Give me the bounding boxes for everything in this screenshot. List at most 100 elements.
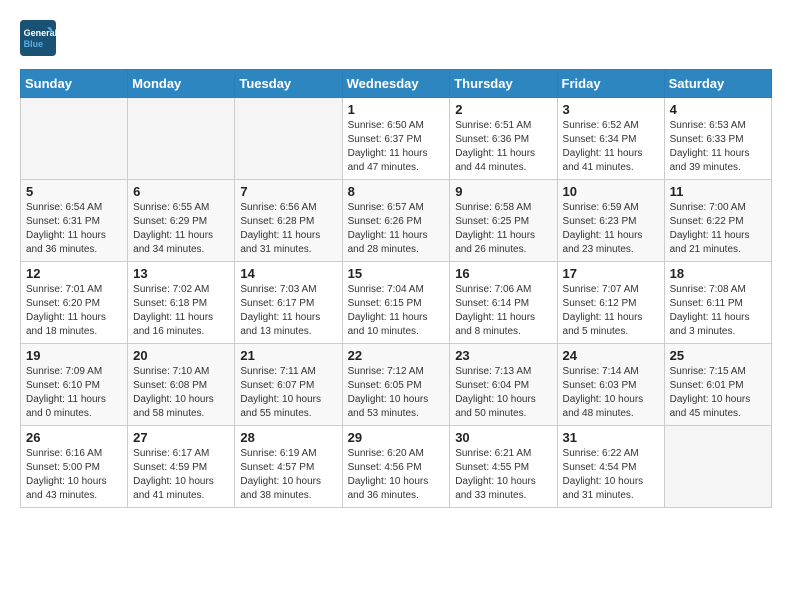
day-number: 23 [455, 348, 551, 363]
day-number: 10 [563, 184, 659, 199]
day-info: Sunrise: 6:16 AM Sunset: 5:00 PM Dayligh… [26, 447, 122, 503]
day-info: Sunrise: 6:22 AM Sunset: 4:54 PM Dayligh… [563, 447, 659, 503]
calendar-cell: 13 Sunrise: 7:02 AM Sunset: 6:18 PM Dayli… [128, 262, 235, 344]
calendar-week-row: 5 Sunrise: 6:54 AM Sunset: 6:31 PM Daylig… [21, 180, 772, 262]
calendar-cell: 30Sunrise: 6:21 AM Sunset: 4:55 PM Dayli… [450, 426, 557, 508]
day-number: 6 [133, 184, 229, 199]
calendar-cell: 18 Sunrise: 7:08 AM Sunset: 6:11 PM Dayli… [664, 262, 771, 344]
day-info: Sunrise: 6:54 AM Sunset: 6:31 PM Dayligh… [26, 201, 122, 257]
day-number: 9 [455, 184, 551, 199]
calendar-week-row: 12 Sunrise: 7:01 AM Sunset: 6:20 PM Dayli… [21, 262, 772, 344]
day-info: Sunrise: 7:02 AM Sunset: 6:18 PM Dayligh… [133, 283, 229, 339]
day-info: Sunrise: 7:13 AM Sunset: 6:04 PM Dayligh… [455, 365, 551, 421]
day-number: 1 [348, 102, 445, 117]
col-header-wednesday: Wednesday [342, 70, 450, 98]
calendar-cell: 21 Sunrise: 7:11 AM Sunset: 6:07 PM Dayli… [235, 344, 342, 426]
calendar-cell: 1 Sunrise: 6:50 AM Sunset: 6:37 PM Daylig… [342, 98, 450, 180]
calendar-cell [664, 426, 771, 508]
calendar-header-row: SundayMondayTuesdayWednesdayThursdayFrid… [21, 70, 772, 98]
calendar-week-row: 26Sunrise: 6:16 AM Sunset: 5:00 PM Dayli… [21, 426, 772, 508]
day-info: Sunrise: 7:03 AM Sunset: 6:17 PM Dayligh… [240, 283, 336, 339]
calendar-cell: 5 Sunrise: 6:54 AM Sunset: 6:31 PM Daylig… [21, 180, 128, 262]
calendar-cell: 11Sunrise: 7:00 AM Sunset: 6:22 PM Dayli… [664, 180, 771, 262]
svg-text:Blue: Blue [24, 39, 44, 49]
day-info: Sunrise: 7:14 AM Sunset: 6:03 PM Dayligh… [563, 365, 659, 421]
day-number: 19 [26, 348, 122, 363]
calendar-cell: 29Sunrise: 6:20 AM Sunset: 4:56 PM Dayli… [342, 426, 450, 508]
calendar-cell: 16 Sunrise: 7:06 AM Sunset: 6:14 PM Dayli… [450, 262, 557, 344]
day-info: Sunrise: 7:08 AM Sunset: 6:11 PM Dayligh… [670, 283, 766, 339]
day-number: 17 [563, 266, 659, 281]
calendar-cell [128, 98, 235, 180]
day-info: Sunrise: 6:19 AM Sunset: 4:57 PM Dayligh… [240, 447, 336, 503]
calendar-cell: 12 Sunrise: 7:01 AM Sunset: 6:20 PM Dayli… [21, 262, 128, 344]
day-info: Sunrise: 7:10 AM Sunset: 6:08 PM Dayligh… [133, 365, 229, 421]
day-info: Sunrise: 6:51 AM Sunset: 6:36 PM Dayligh… [455, 119, 551, 175]
day-number: 12 [26, 266, 122, 281]
day-number: 15 [348, 266, 445, 281]
calendar-table: SundayMondayTuesdayWednesdayThursdayFrid… [20, 69, 772, 508]
day-info: Sunrise: 7:09 AM Sunset: 6:10 PM Dayligh… [26, 365, 122, 421]
day-info: Sunrise: 7:07 AM Sunset: 6:12 PM Dayligh… [563, 283, 659, 339]
calendar-cell: 22Sunrise: 7:12 AM Sunset: 6:05 PM Dayli… [342, 344, 450, 426]
calendar-cell: 19 Sunrise: 7:09 AM Sunset: 6:10 PM Dayli… [21, 344, 128, 426]
col-header-sunday: Sunday [21, 70, 128, 98]
day-info: Sunrise: 6:55 AM Sunset: 6:29 PM Dayligh… [133, 201, 229, 257]
day-info: Sunrise: 6:17 AM Sunset: 4:59 PM Dayligh… [133, 447, 229, 503]
calendar-cell: 7Sunrise: 6:56 AM Sunset: 6:28 PM Daylig… [235, 180, 342, 262]
day-number: 25 [670, 348, 766, 363]
day-info: Sunrise: 6:57 AM Sunset: 6:26 PM Dayligh… [348, 201, 445, 257]
calendar-cell: 26Sunrise: 6:16 AM Sunset: 5:00 PM Dayli… [21, 426, 128, 508]
col-header-tuesday: Tuesday [235, 70, 342, 98]
day-number: 20 [133, 348, 229, 363]
col-header-thursday: Thursday [450, 70, 557, 98]
calendar-cell: 6 Sunrise: 6:55 AM Sunset: 6:29 PM Daylig… [128, 180, 235, 262]
day-number: 11 [670, 184, 766, 199]
calendar-cell: 9Sunrise: 6:58 AM Sunset: 6:25 PM Daylig… [450, 180, 557, 262]
day-info: Sunrise: 7:15 AM Sunset: 6:01 PM Dayligh… [670, 365, 766, 421]
day-number: 31 [563, 430, 659, 445]
day-number: 13 [133, 266, 229, 281]
day-number: 22 [348, 348, 445, 363]
calendar-cell: 24 Sunrise: 7:14 AM Sunset: 6:03 PM Dayli… [557, 344, 664, 426]
day-number: 2 [455, 102, 551, 117]
day-info: Sunrise: 7:11 AM Sunset: 6:07 PM Dayligh… [240, 365, 336, 421]
calendar-cell: 17 Sunrise: 7:07 AM Sunset: 6:12 PM Dayli… [557, 262, 664, 344]
day-info: Sunrise: 6:20 AM Sunset: 4:56 PM Dayligh… [348, 447, 445, 503]
day-info: Sunrise: 6:52 AM Sunset: 6:34 PM Dayligh… [563, 119, 659, 175]
calendar-cell: 31 Sunrise: 6:22 AM Sunset: 4:54 PM Dayli… [557, 426, 664, 508]
day-info: Sunrise: 6:50 AM Sunset: 6:37 PM Dayligh… [348, 119, 445, 175]
day-number: 14 [240, 266, 336, 281]
logo-icon: General Blue [20, 20, 56, 56]
calendar-cell: 14 Sunrise: 7:03 AM Sunset: 6:17 PM Dayli… [235, 262, 342, 344]
logo: General Blue [20, 20, 60, 56]
calendar-cell [235, 98, 342, 180]
day-number: 5 [26, 184, 122, 199]
day-number: 24 [563, 348, 659, 363]
calendar-cell: 28 Sunrise: 6:19 AM Sunset: 4:57 PM Dayli… [235, 426, 342, 508]
day-number: 7 [240, 184, 336, 199]
col-header-saturday: Saturday [664, 70, 771, 98]
day-number: 21 [240, 348, 336, 363]
day-number: 30 [455, 430, 551, 445]
day-number: 28 [240, 430, 336, 445]
day-info: Sunrise: 7:06 AM Sunset: 6:14 PM Dayligh… [455, 283, 551, 339]
col-header-monday: Monday [128, 70, 235, 98]
col-header-friday: Friday [557, 70, 664, 98]
calendar-cell: 4 Sunrise: 6:53 AM Sunset: 6:33 PM Daylig… [664, 98, 771, 180]
day-number: 18 [670, 266, 766, 281]
day-number: 3 [563, 102, 659, 117]
calendar-cell: 15 Sunrise: 7:04 AM Sunset: 6:15 PM Dayli… [342, 262, 450, 344]
day-info: Sunrise: 6:53 AM Sunset: 6:33 PM Dayligh… [670, 119, 766, 175]
calendar-cell: 3 Sunrise: 6:52 AM Sunset: 6:34 PM Daylig… [557, 98, 664, 180]
day-number: 16 [455, 266, 551, 281]
day-number: 4 [670, 102, 766, 117]
calendar-cell: 10 Sunrise: 6:59 AM Sunset: 6:23 PM Dayli… [557, 180, 664, 262]
calendar-cell: 2 Sunrise: 6:51 AM Sunset: 6:36 PM Daylig… [450, 98, 557, 180]
day-info: Sunrise: 7:01 AM Sunset: 6:20 PM Dayligh… [26, 283, 122, 339]
calendar-cell: 20 Sunrise: 7:10 AM Sunset: 6:08 PM Dayli… [128, 344, 235, 426]
day-info: Sunrise: 6:59 AM Sunset: 6:23 PM Dayligh… [563, 201, 659, 257]
calendar-cell: 27 Sunrise: 6:17 AM Sunset: 4:59 PM Dayli… [128, 426, 235, 508]
day-number: 27 [133, 430, 229, 445]
day-info: Sunrise: 7:04 AM Sunset: 6:15 PM Dayligh… [348, 283, 445, 339]
